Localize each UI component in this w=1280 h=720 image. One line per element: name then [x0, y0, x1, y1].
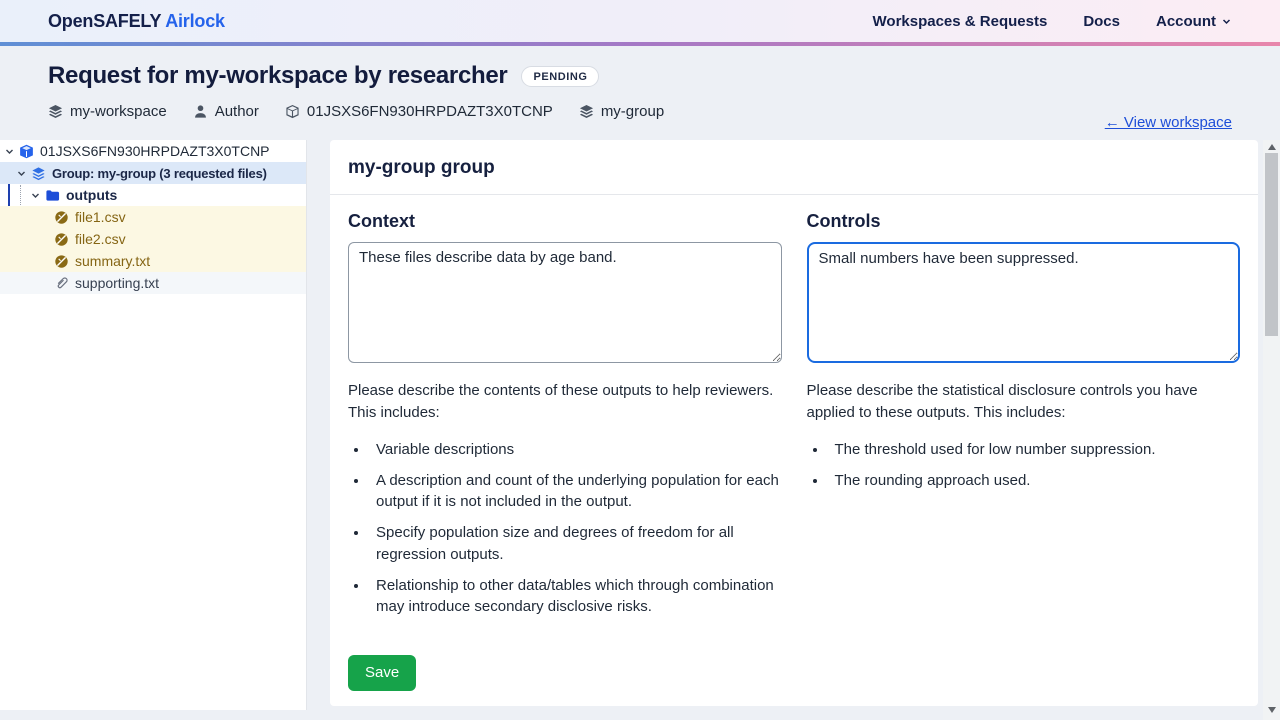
tree-item-request-root[interactable]: 01JSXS6FN930HRPDAZT3X0TCNP: [0, 140, 306, 162]
brand-secondary: Airlock: [165, 11, 225, 31]
chevron-down-icon[interactable]: [4, 146, 15, 157]
tree-item-label: supporting.txt: [75, 275, 159, 291]
tree-item-label: summary.txt: [75, 253, 150, 269]
nav-account-label: Account: [1156, 13, 1216, 30]
paperclip-icon: [54, 276, 69, 291]
meta-workspace: my-workspace: [48, 103, 167, 120]
request-meta: my-workspace Author 01JSXS6FN930HRPDAZT3…: [48, 103, 1232, 120]
chevron-down-icon: [1221, 16, 1232, 27]
tree-item-summary[interactable]: summary.txt: [0, 250, 306, 272]
tree-item-outputs-folder[interactable]: outputs: [0, 184, 306, 206]
controls-bullet-list: The threshold used for low number suppre…: [807, 439, 1241, 492]
nav-docs[interactable]: Docs: [1083, 13, 1120, 30]
layers-icon: [48, 104, 63, 119]
tree-item-label: 01JSXS6FN930HRPDAZT3X0TCNP: [40, 143, 270, 159]
group-detail-panel: my-group group Context Please describe t…: [330, 140, 1258, 706]
list-item: The rounding approach used.: [828, 470, 1241, 491]
nav-workspaces-requests-label: Workspaces & Requests: [873, 13, 1048, 30]
controls-help-text: Please describe the statistical disclosu…: [807, 380, 1241, 424]
status-badge: PENDING: [521, 66, 599, 87]
scroll-up-arrow-icon[interactable]: [1263, 140, 1280, 154]
cube-icon: [285, 104, 300, 119]
nav-account-menu[interactable]: Account: [1156, 13, 1232, 30]
meta-request-id: 01JSXS6FN930HRPDAZT3X0TCNP: [285, 103, 553, 120]
list-item: Variable descriptions: [369, 439, 782, 460]
tree-item-file1[interactable]: file1.csv: [0, 206, 306, 228]
top-navbar: OpenSAFELY Airlock Workspaces & Requests…: [0, 0, 1280, 42]
list-item: Specify population size and degrees of f…: [369, 522, 782, 565]
output-file-icon: [54, 210, 69, 225]
nav-workspaces-requests[interactable]: Workspaces & Requests: [873, 13, 1048, 30]
scrollbar-thumb[interactable]: [1265, 153, 1278, 336]
tree-item-label: file1.csv: [75, 209, 126, 225]
user-icon: [193, 104, 208, 119]
context-textarea[interactable]: [348, 242, 782, 363]
list-item: Relationship to other data/tables which …: [369, 575, 782, 618]
tree-item-label: file2.csv: [75, 231, 126, 247]
nav-items: Workspaces & Requests Docs Account: [873, 13, 1232, 30]
chevron-down-icon[interactable]: [16, 168, 27, 179]
tree-item-label: Group: my-group (3 requested files): [52, 166, 267, 181]
layers-icon: [579, 104, 594, 119]
output-file-icon: [54, 232, 69, 247]
meta-workspace-label: my-workspace: [70, 103, 167, 120]
chevron-down-icon[interactable]: [30, 190, 41, 201]
output-file-icon: [54, 254, 69, 269]
brand-primary: OpenSAFELY: [48, 11, 161, 31]
context-heading: Context: [348, 211, 782, 232]
save-button[interactable]: Save: [348, 655, 416, 691]
nav-docs-label: Docs: [1083, 13, 1120, 30]
context-help-text: Please describe the contents of these ou…: [348, 380, 782, 424]
page-header: Request for my-workspace by researcher P…: [0, 46, 1280, 140]
tree-item-file2[interactable]: file2.csv: [0, 228, 306, 250]
group-panel-title: my-group group: [330, 140, 1258, 194]
layers-icon: [31, 166, 46, 181]
scroll-down-arrow-icon[interactable]: [1263, 703, 1280, 717]
tree-item-label: outputs: [66, 187, 117, 203]
folder-icon: [45, 188, 60, 203]
list-item: A description and count of the underlyin…: [369, 470, 782, 513]
tree-item-supporting[interactable]: supporting.txt: [0, 272, 306, 294]
meta-author: Author: [193, 103, 259, 120]
brand-logo[interactable]: OpenSAFELY Airlock: [48, 11, 225, 32]
cube-icon: [19, 144, 34, 159]
meta-group: my-group: [579, 103, 664, 120]
list-item: The threshold used for low number suppre…: [828, 439, 1241, 460]
file-tree-sidebar: 01JSXS6FN930HRPDAZT3X0TCNP Group: my-gro…: [0, 140, 307, 710]
context-section: Context Please describe the contents of …: [348, 211, 782, 628]
tree-item-group[interactable]: Group: my-group (3 requested files): [0, 162, 306, 184]
vertical-scrollbar[interactable]: [1263, 140, 1280, 720]
meta-group-label: my-group: [601, 103, 664, 120]
controls-textarea[interactable]: [807, 242, 1241, 363]
context-bullet-list: Variable descriptions A description and …: [348, 439, 782, 618]
controls-heading: Controls: [807, 211, 1241, 232]
page-title: Request for my-workspace by researcher: [48, 62, 507, 90]
view-workspace-link[interactable]: ← View workspace: [1105, 114, 1232, 131]
meta-author-label: Author: [215, 103, 259, 120]
controls-section: Controls Please describe the statistical…: [807, 211, 1241, 628]
meta-request-id-label: 01JSXS6FN930HRPDAZT3X0TCNP: [307, 103, 553, 120]
